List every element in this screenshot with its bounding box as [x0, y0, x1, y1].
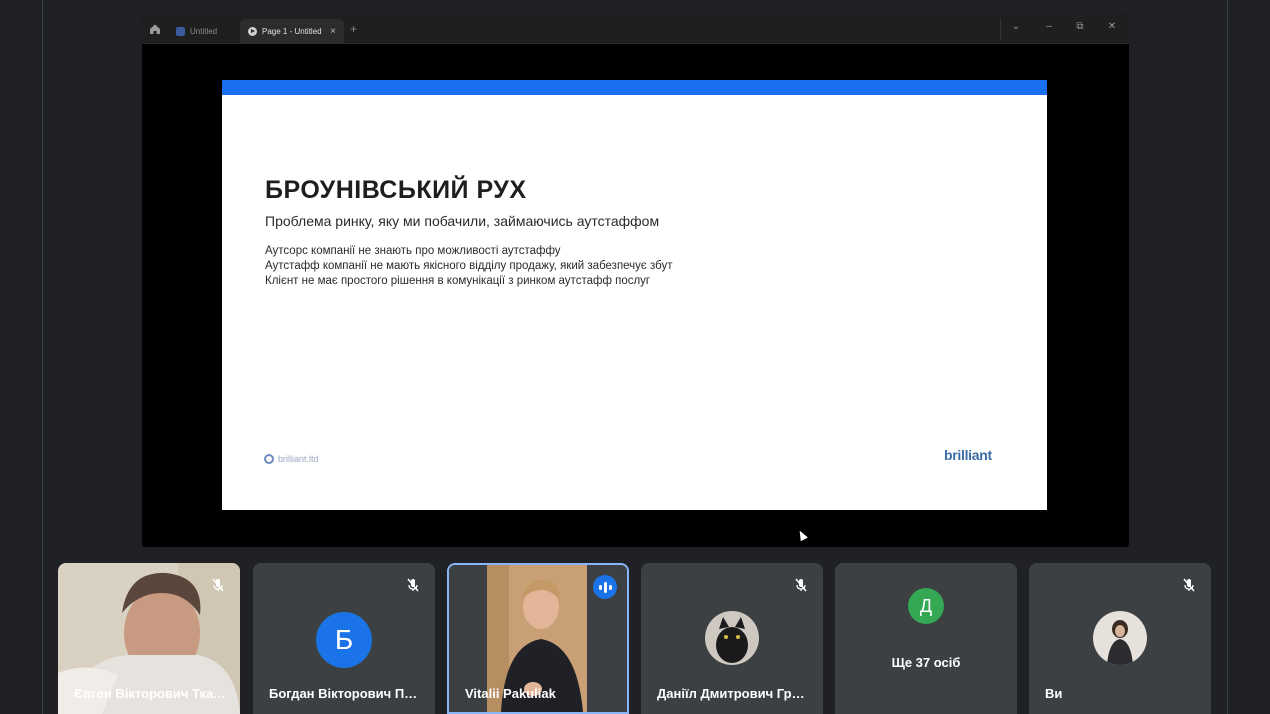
mic-off-icon — [407, 578, 419, 592]
footer-left-text: brilliant.ltd — [278, 454, 319, 464]
close-window-button[interactable]: ✕ — [1105, 21, 1119, 32]
minimize-button[interactable]: – — [1042, 21, 1056, 32]
restore-button[interactable]: ⧉ — [1073, 21, 1087, 32]
home-icon[interactable] — [148, 22, 162, 36]
participant-tile-active[interactable]: Vitalii Pakuliak — [447, 563, 629, 714]
presentation-slide: БРОУНІВСЬКИЙ РУХ Проблема ринку, яку ми … — [222, 80, 1047, 510]
slide-line: Клієнт не має простого рішення в комунік… — [265, 275, 651, 287]
app-icon — [176, 27, 185, 36]
slide-line: Аутстафф компанії не мають якісного відд… — [265, 260, 673, 272]
avatar: Д — [908, 588, 944, 624]
participant-name: Богдан Вікторович Петренко — [269, 686, 421, 701]
brilliant-logo: brilliant — [944, 447, 992, 463]
slide-footer-brand: brilliant.ltd — [264, 454, 319, 464]
mic-off-icon — [212, 578, 224, 592]
tab-page-1[interactable]: Page 1 - Untitled × — [240, 19, 344, 44]
tab-untitled[interactable]: Untitled — [168, 19, 236, 44]
mic-off-icon — [795, 578, 807, 592]
participant-tile[interactable]: Даніїл Дмитрович Гриценко — [641, 563, 823, 714]
participant-name: Даніїл Дмитрович Гриценко — [657, 686, 809, 701]
tab-label: Page 1 - Untitled — [262, 27, 322, 36]
participant-tile[interactable]: Б Богдан Вікторович Петренко — [253, 563, 435, 714]
participant-tile[interactable]: Євген Вікторович Ткачук — [58, 563, 240, 714]
slide-subtitle: Проблема ринку, яку ми побачили, займаюч… — [265, 213, 660, 229]
participant-name: Ви — [1045, 686, 1063, 701]
right-divider — [1227, 0, 1228, 714]
slide-title: БРОУНІВСЬКИЙ РУХ — [265, 176, 527, 204]
more-participants-count: Ще 37 осіб — [891, 655, 961, 670]
speaking-indicator-icon — [593, 575, 617, 599]
slide-bullets: Аутсорс компанії не знають про можливост… — [265, 244, 673, 289]
slide-accent-bar — [222, 80, 1047, 95]
participant-name: Vitalii Pakuliak — [465, 686, 556, 701]
brand-mark-icon — [264, 454, 274, 464]
more-participants-tile[interactable]: Д Ще 37 осіб — [835, 563, 1017, 714]
close-tab-icon[interactable]: × — [330, 26, 336, 37]
chevron-down-icon[interactable]: ⌄ — [1009, 21, 1023, 32]
add-tab-button[interactable]: + — [350, 22, 357, 36]
mic-off-icon — [1183, 578, 1195, 592]
titlebar-divider — [1000, 18, 1001, 40]
play-icon — [248, 27, 257, 36]
self-tile[interactable]: Ви — [1029, 563, 1211, 714]
avatar — [1093, 611, 1147, 665]
left-divider — [42, 0, 43, 714]
tab-label: Untitled — [190, 27, 218, 36]
shared-screen: Untitled Page 1 - Untitled × + ⌄ – ⧉ ✕ Б… — [142, 14, 1129, 547]
logo-text: brilliant — [944, 447, 992, 463]
slide-line: Аутсорс компанії не знають про можливост… — [265, 245, 561, 257]
avatar — [705, 611, 759, 665]
avatar: Б — [316, 612, 372, 668]
participant-name: Євген Вікторович Ткачук — [74, 686, 226, 701]
window-titlebar: Untitled Page 1 - Untitled × + ⌄ – ⧉ ✕ — [142, 14, 1129, 44]
